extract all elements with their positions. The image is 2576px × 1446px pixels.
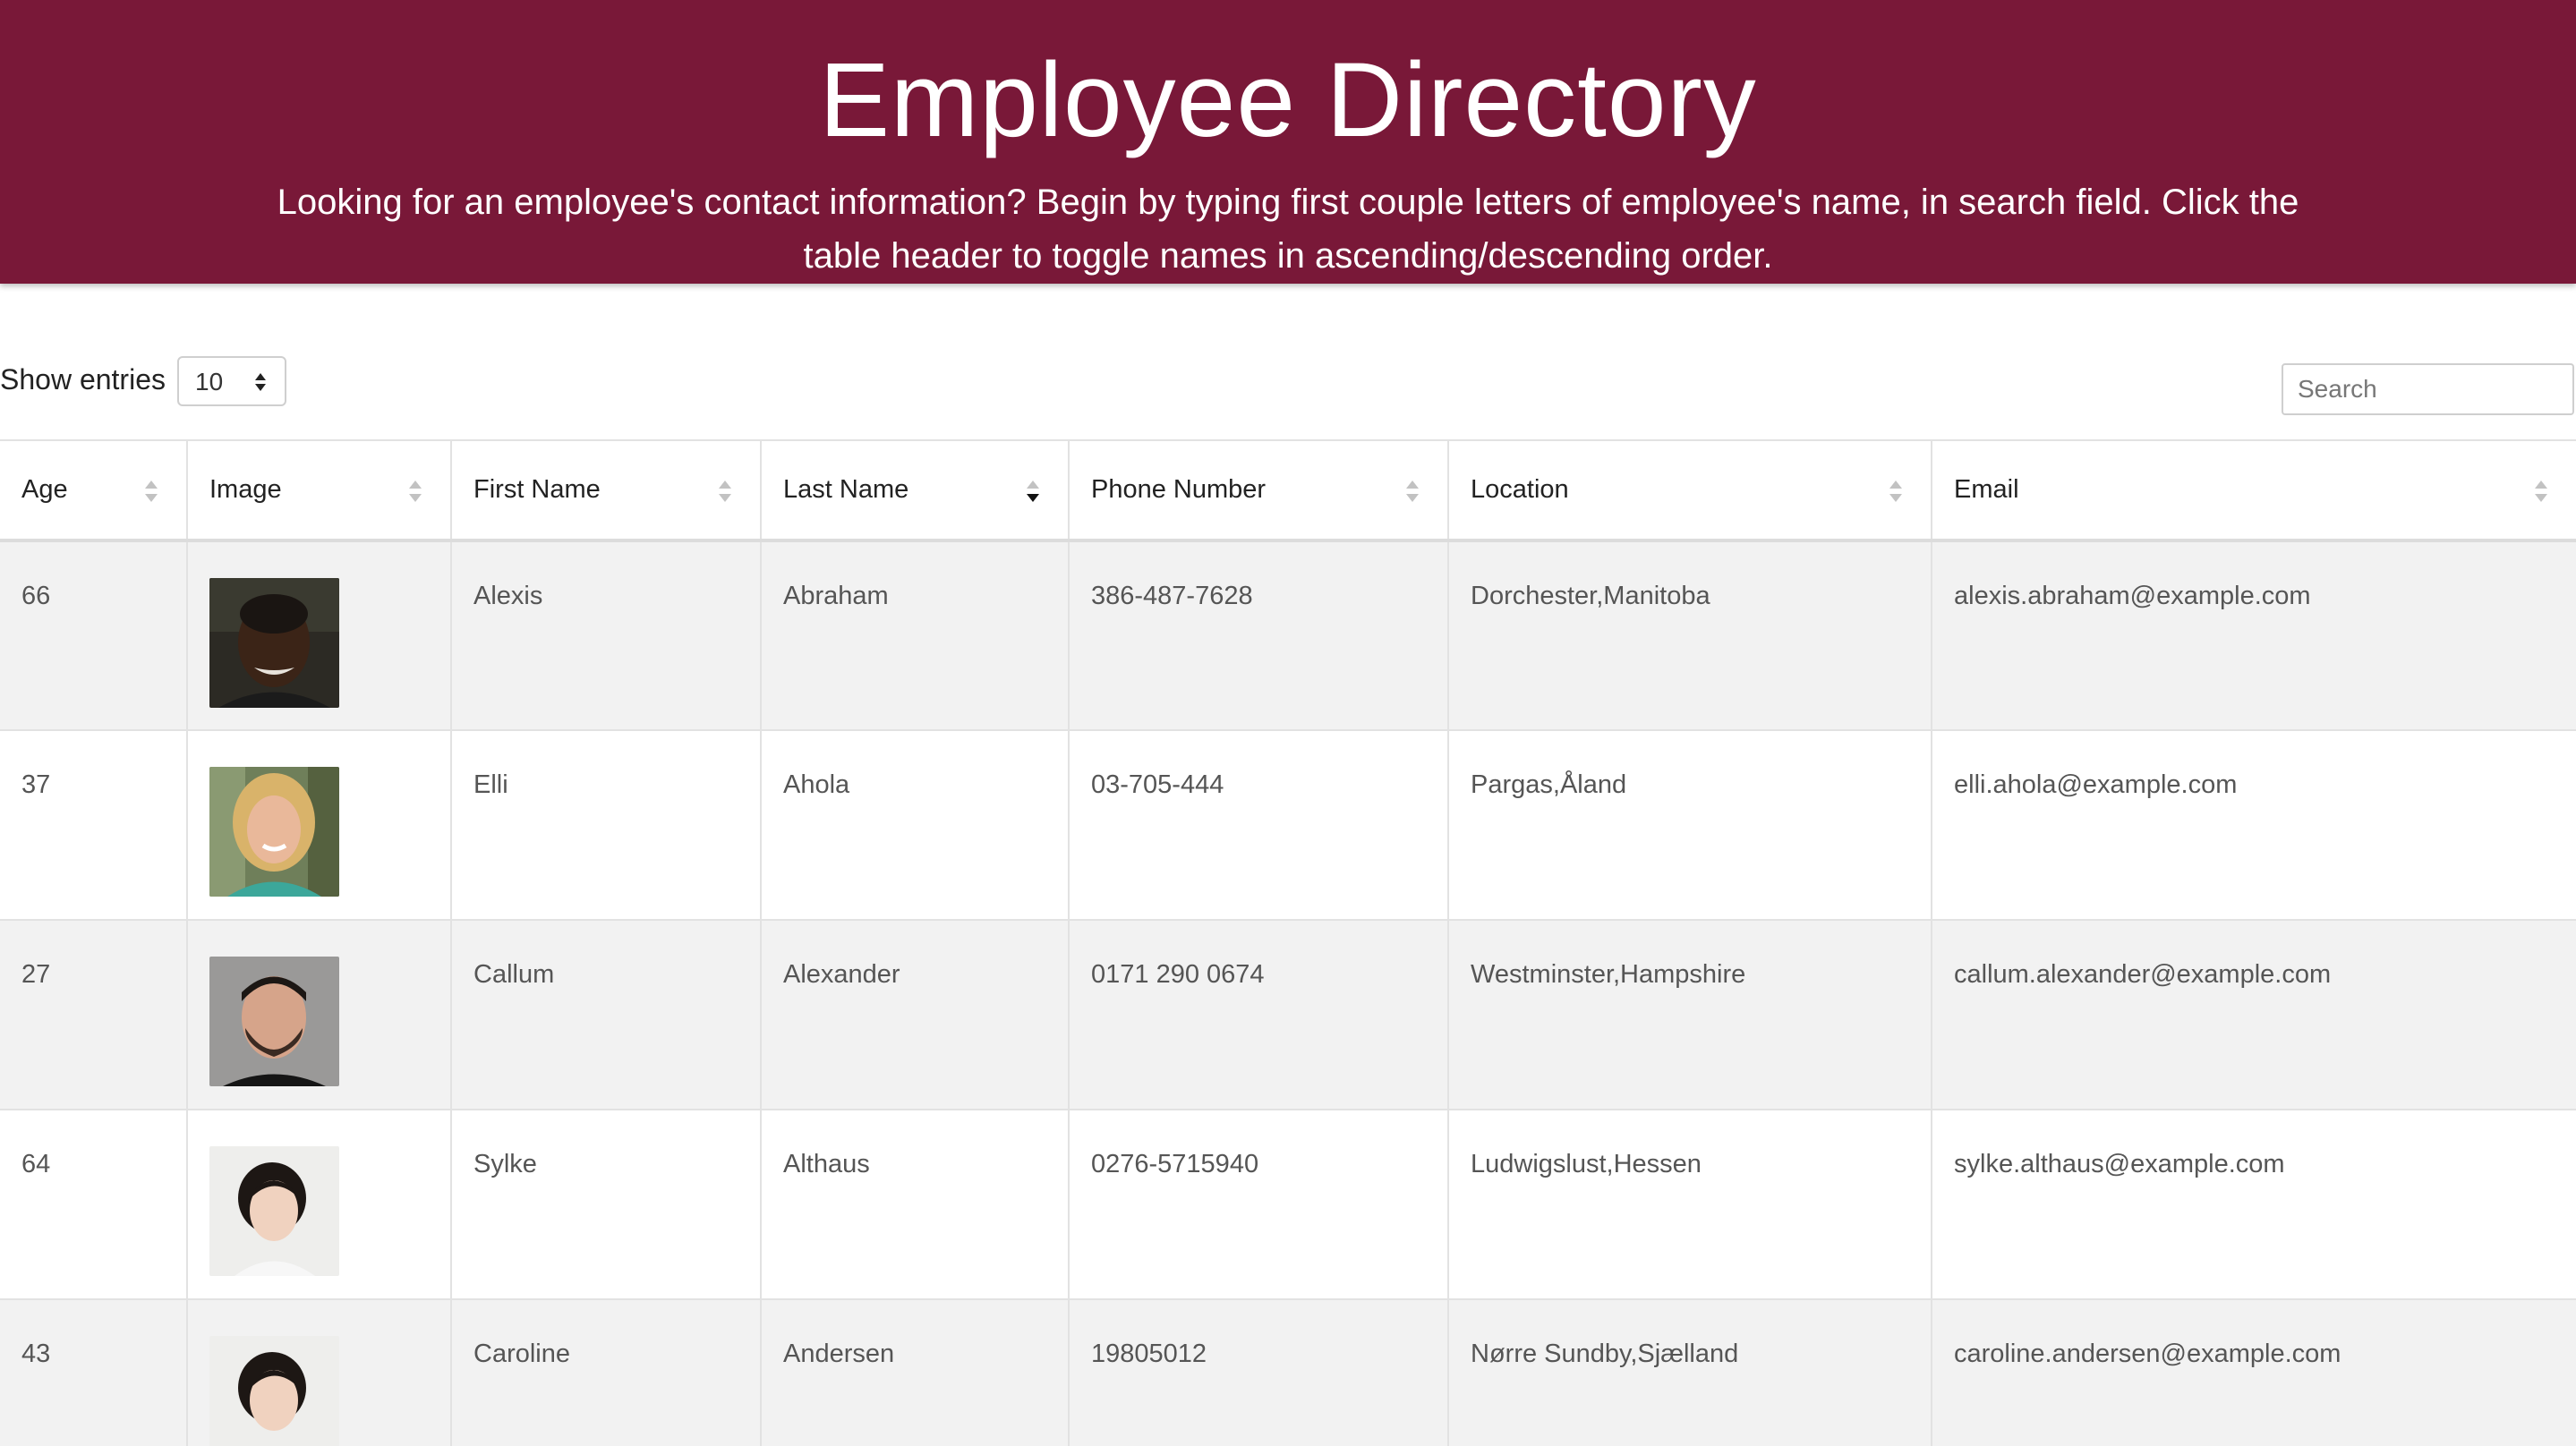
cell-last-name: Andersen: [760, 1298, 1070, 1446]
avatar: [209, 578, 339, 708]
woman-blonde-photo: [209, 767, 339, 897]
page-subtitle: Looking for an employee's contact inform…: [277, 183, 2299, 276]
table-row: 43 Caroline Andersen 19805012 Nørre Sund…: [0, 1298, 2576, 1446]
sort-icon: [1889, 481, 1902, 502]
cell-location: Pargas,Åland: [1447, 729, 1932, 921]
cell-first-name: Caroline: [450, 1298, 762, 1446]
woman-dark-hair-photo: [209, 1146, 339, 1276]
column-label: First Name: [473, 475, 601, 504]
page-title: Employee Directory: [819, 41, 1757, 159]
column-label: Phone Number: [1091, 475, 1267, 504]
entries-select[interactable]: 10: [177, 356, 286, 406]
column-header-age[interactable]: Age: [0, 439, 188, 542]
cell-last-name: Althaus: [760, 1109, 1070, 1300]
cell-location: Westminster,Hampshire: [1447, 919, 1932, 1110]
cell-age: 27: [0, 919, 188, 1110]
cell-phone: 03-705-444: [1068, 729, 1449, 921]
column-label: Age: [21, 475, 68, 504]
column-header-email[interactable]: Email: [1931, 439, 2576, 542]
table-row: 37 Elli Ahola 03-705-444 Pargas,Åland el…: [0, 729, 2576, 921]
table-row: 64 Sylke Althaus 0276-5715940 Ludwigslus…: [0, 1109, 2576, 1300]
man-beard-photo: [209, 957, 339, 1086]
column-header-image[interactable]: Image: [186, 439, 452, 542]
cell-email: elli.ahola@example.com: [1931, 729, 2576, 921]
cell-email: caroline.andersen@example.com: [1931, 1298, 2576, 1446]
cell-last-name: Ahola: [760, 729, 1070, 921]
cell-image: [186, 729, 452, 921]
cell-image: [186, 540, 452, 731]
cell-first-name: Sylke: [450, 1109, 762, 1300]
column-header-phone[interactable]: Phone Number: [1068, 439, 1449, 542]
cell-phone: 386-487-7628: [1068, 540, 1449, 731]
table-row: 66 Alexis Abraham 386-487-7628 Dorcheste…: [0, 540, 2576, 731]
cell-phone: 0276-5715940: [1068, 1109, 1449, 1300]
avatar: [209, 767, 339, 897]
cell-image: [186, 1298, 452, 1446]
sort-icon: [145, 481, 158, 502]
sort-icon: [409, 481, 422, 502]
table-row: 27 Callum Alexander 0171 290 0674 Westmi…: [0, 919, 2576, 1110]
table-controls: Show entries 10: [0, 356, 2576, 419]
cell-phone: 19805012: [1068, 1298, 1449, 1446]
sort-icon: [1406, 481, 1419, 502]
column-header-location[interactable]: Location: [1447, 439, 1932, 542]
woman-dark-hair-photo: [209, 1336, 339, 1446]
column-header-last-name[interactable]: Last Name: [760, 439, 1070, 542]
cell-last-name: Alexander: [760, 919, 1070, 1110]
sort-icon: [2535, 481, 2547, 502]
cell-age: 37: [0, 729, 188, 921]
cell-age: 66: [0, 540, 188, 731]
cell-location: Dorchester,Manitoba: [1447, 540, 1932, 731]
column-label: Last Name: [783, 475, 909, 504]
avatar: [209, 957, 339, 1086]
sort-icon: [719, 481, 731, 502]
column-label: Location: [1471, 475, 1569, 504]
show-entries-label: Show entries: [0, 363, 166, 396]
cell-age: 64: [0, 1109, 188, 1300]
entries-value: 10: [195, 368, 224, 396]
employee-table: Age Image First Name Last Name Phone Num…: [0, 439, 2576, 1446]
cell-location: Nørre Sundby,Sjælland: [1447, 1298, 1932, 1446]
employee-table-wrapper: Age Image First Name Last Name Phone Num…: [0, 439, 2576, 1446]
cell-image: [186, 919, 452, 1110]
column-label: Email: [1954, 475, 2019, 504]
cell-age: 43: [0, 1298, 188, 1446]
cell-email: callum.alexander@example.com: [1931, 919, 2576, 1110]
column-label: Image: [209, 475, 282, 504]
cell-first-name: Callum: [450, 919, 762, 1110]
avatar: [209, 1336, 339, 1446]
table-header-row: Age Image First Name Last Name Phone Num…: [0, 439, 2576, 542]
search-input[interactable]: [2282, 363, 2574, 415]
cell-email: alexis.abraham@example.com: [1931, 540, 2576, 731]
sort-ascending-icon: [1027, 481, 1039, 502]
avatar: [209, 1146, 339, 1276]
cell-location: Ludwigslust,Hessen: [1447, 1109, 1932, 1300]
man-dark-skin-photo: [209, 578, 339, 708]
cell-first-name: Alexis: [450, 540, 762, 731]
cell-first-name: Elli: [450, 729, 762, 921]
column-header-first-name[interactable]: First Name: [450, 439, 762, 542]
cell-email: sylke.althaus@example.com: [1931, 1109, 2576, 1300]
cell-image: [186, 1109, 452, 1300]
sort-updown-icon: [255, 373, 266, 391]
page-header: Employee Directory Looking for an employ…: [0, 0, 2576, 284]
cell-phone: 0171 290 0674: [1068, 919, 1449, 1110]
cell-last-name: Abraham: [760, 540, 1070, 731]
